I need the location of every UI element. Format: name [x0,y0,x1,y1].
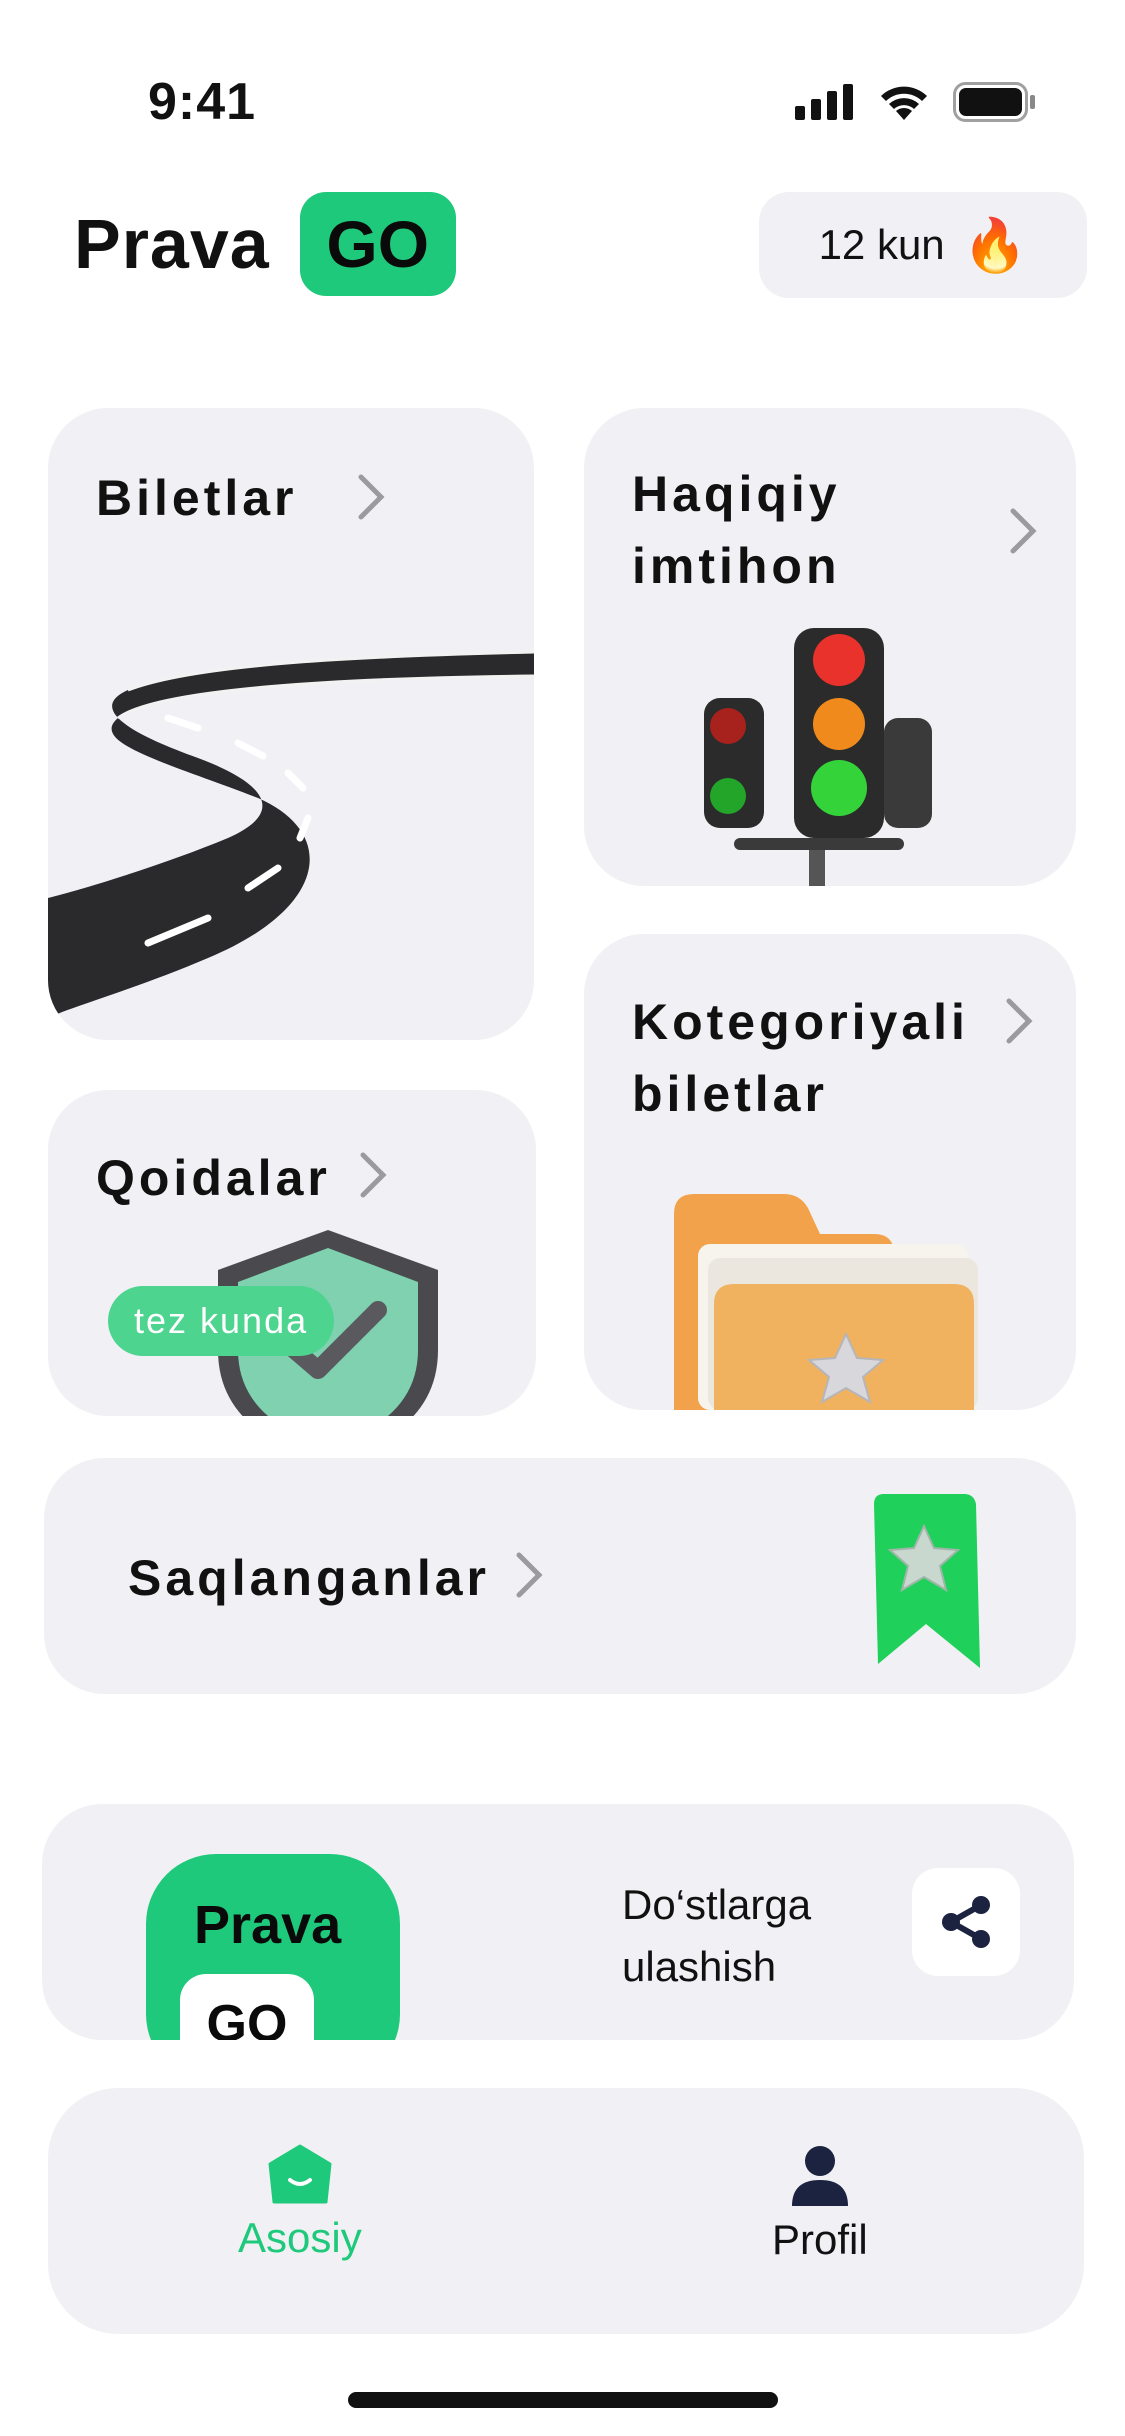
streak-badge[interactable]: 12 kun 🔥 [759,192,1087,298]
share-button[interactable] [912,1868,1020,1976]
haqiqiy-title-line2: imtihon [632,538,841,594]
kategoriya-title-line1: Kotegoriyali [632,994,969,1050]
share-card[interactable]: Prava GO Do‘stlarga ulashish [42,1804,1074,2040]
fire-icon: 🔥 [962,216,1028,275]
status-icons [795,82,1037,122]
home-icon [268,2144,332,2204]
app-icon: Prava GO [146,1854,400,2040]
chevron-right-icon [516,1552,543,1598]
app-icon-badge: GO [180,1974,314,2040]
status-time: 9:41 [148,73,257,131]
tab-profile[interactable]: Profil [772,2144,868,2264]
app-icon-text: Prava [194,1895,342,1955]
tab-home[interactable]: Asosiy [238,2144,362,2262]
wifi-icon [881,86,927,120]
haqiqiy-title-line1: Haqiqiy [632,466,841,522]
tab-bar: Asosiy Profil [48,2088,1084,2334]
logo-badge: GO [299,192,456,296]
biletlar-title: Biletlar [96,470,298,526]
biletlar-card[interactable]: Biletlar [48,408,534,1040]
bookmark-star-icon [874,1494,980,1668]
profile-icon [791,2146,848,2206]
chevron-right-icon [358,474,385,520]
signal-icon [795,84,853,120]
kategoriya-title-line2: biletlar [632,1066,828,1122]
share-text: Do‘stlarga ulashish [622,1874,811,1998]
app-logo: Prava GO [74,192,456,296]
streak-label: 12 kun [818,221,945,268]
tab-profile-label: Profil [772,2216,868,2263]
share-icon [942,1896,990,1948]
kategoriyali-biletlar-card[interactable]: Kotegoriyali biletlar [584,934,1076,1410]
chevron-right-icon [360,1152,387,1198]
tab-home-label: Asosiy [238,2214,362,2261]
share-text-line1: Do‘stlarga [622,1881,812,1928]
chevron-right-icon [1006,998,1033,1044]
logo-text: Prava [74,205,270,283]
saqlanganlar-card[interactable]: Saqlanganlar [44,1458,1076,1694]
folder-illustration [674,1194,978,1410]
share-text-line2: ulashish [622,1943,777,1990]
saqlanganlar-title: Saqlanganlar [128,1550,490,1606]
traffic-light-illustration [704,628,932,886]
battery-icon [953,82,1035,122]
chevron-right-icon [1010,508,1037,554]
qoidalar-title: Qoidalar [96,1150,331,1206]
haqiqiy-imtihon-card[interactable]: Haqiqiy imtihon [584,408,1076,886]
road-illustration [48,650,534,1040]
qoidalar-card[interactable]: Qoidalar tez kunda [48,1090,536,1416]
home-indicator [348,2392,778,2408]
coming-soon-badge: tez kunda [108,1286,335,1356]
